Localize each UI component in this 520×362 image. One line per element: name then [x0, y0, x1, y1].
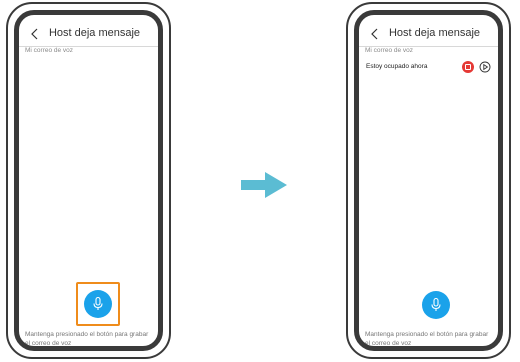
header: Host deja mensaje	[359, 25, 498, 45]
record-hint: Mantenga presionado el botón para grabar…	[25, 331, 149, 347]
page-title-text: Host deja mensaje	[388, 27, 481, 39]
page-title-text: Host deja mensaje	[48, 27, 141, 39]
header: Host deja mensaje	[19, 25, 158, 45]
stop-icon[interactable]	[462, 61, 474, 73]
voicemail-row[interactable]: Estoy ocupado ahora	[363, 59, 494, 75]
phone-screen: Host deja mensaje Mi correo de voz Mante…	[14, 10, 163, 351]
page-title: Host deja mensaje	[359, 27, 498, 39]
phone-right: Host deja mensaje Mi correo de voz Estoy…	[346, 2, 511, 359]
microphone-icon	[431, 297, 441, 311]
phone-screen: Host deja mensaje Mi correo de voz Estoy…	[354, 10, 503, 351]
section-label: Mi correo de voz	[365, 47, 414, 54]
voicemail-label: Estoy ocupado ahora	[366, 63, 428, 70]
record-hint: Mantenga presionado el botón para grabar…	[365, 331, 489, 347]
microphone-icon	[93, 296, 103, 310]
record-button[interactable]	[84, 290, 112, 318]
phone-left: Host deja mensaje Mi correo de voz Mante…	[6, 2, 171, 359]
transition-arrow-icon	[241, 172, 287, 198]
page-title: Host deja mensaje	[19, 27, 158, 39]
play-icon[interactable]	[479, 61, 491, 73]
section-label: Mi correo de voz	[25, 47, 74, 54]
record-button[interactable]	[422, 291, 450, 319]
